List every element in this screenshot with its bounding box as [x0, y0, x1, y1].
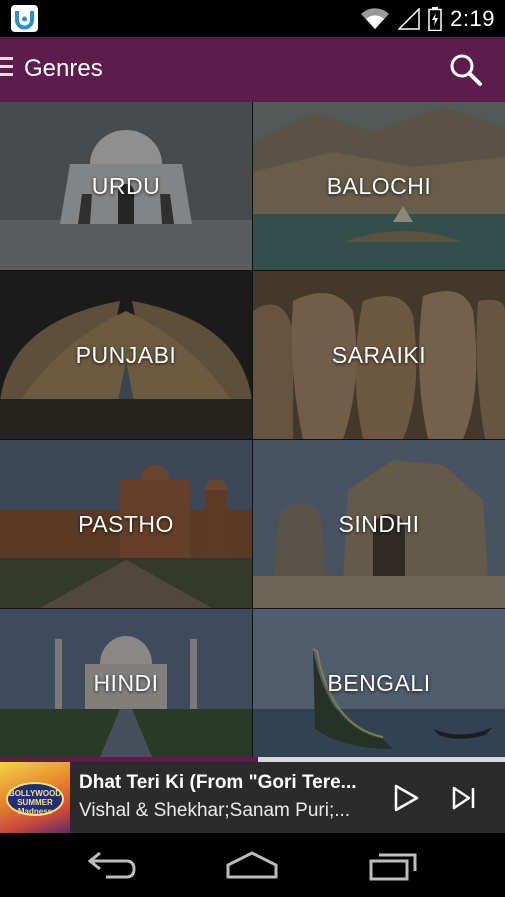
play-icon[interactable]: [390, 782, 422, 814]
track-title: Dhat Teri Ki (From "Gori Tere...: [79, 772, 357, 793]
album-art: BOLLYWOOD SUMMER Madness: [0, 762, 70, 833]
system-nav-bar: [0, 833, 505, 897]
genre-tile-punjabi[interactable]: PUNJABI: [0, 271, 252, 439]
genre-label: BALOCHI: [326, 172, 432, 199]
genre-tile-hindi[interactable]: HINDI: [0, 609, 252, 757]
genre-label: PUNJABI: [75, 341, 177, 368]
genre-label: SARAIKI: [331, 341, 427, 368]
genre-tile-saraiki[interactable]: SARAIKI: [253, 271, 505, 439]
page-title: Genres: [24, 55, 103, 82]
hamburger-icon[interactable]: [0, 57, 16, 81]
status-bar: 2:19: [0, 0, 505, 37]
genre-tile-sindhi[interactable]: SINDHI: [253, 440, 505, 608]
genre-grid: URDU BALOCHI PUNJABI SARAIKI PASTHO SIND…: [0, 102, 505, 757]
status-time: 2:19: [450, 5, 495, 31]
home-icon[interactable]: [222, 847, 282, 883]
action-bar: Genres: [0, 37, 505, 102]
battery-icon: [428, 6, 442, 31]
signal-icon: [398, 7, 420, 30]
track-artist: Vishal & Shekhar;Sanam Puri;...: [79, 800, 351, 821]
recent-apps-icon[interactable]: [365, 847, 425, 883]
mini-player[interactable]: BOLLYWOOD SUMMER Madness Dhat Teri Ki (F…: [0, 762, 505, 833]
genre-tile-pastho[interactable]: PASTHO: [0, 440, 252, 608]
genre-label: HINDI: [93, 669, 159, 696]
wifi-icon: [361, 7, 390, 29]
skip-next-icon[interactable]: [448, 782, 480, 814]
genre-label: PASTHO: [78, 510, 174, 537]
genre-tile-balochi[interactable]: BALOCHI: [253, 102, 505, 270]
genre-tile-urdu[interactable]: URDU: [0, 102, 252, 270]
genre-label: BENGALI: [327, 669, 431, 696]
genre-tile-bengali[interactable]: BENGALI: [253, 609, 505, 757]
album-badge-text: BOLLYWOOD SUMMER Madness: [8, 789, 62, 816]
search-icon[interactable]: [449, 53, 483, 87]
back-icon[interactable]: [82, 847, 142, 883]
app-notification-icon: [11, 5, 38, 32]
genre-label: URDU: [91, 172, 161, 199]
genre-label: SINDHI: [338, 510, 420, 537]
